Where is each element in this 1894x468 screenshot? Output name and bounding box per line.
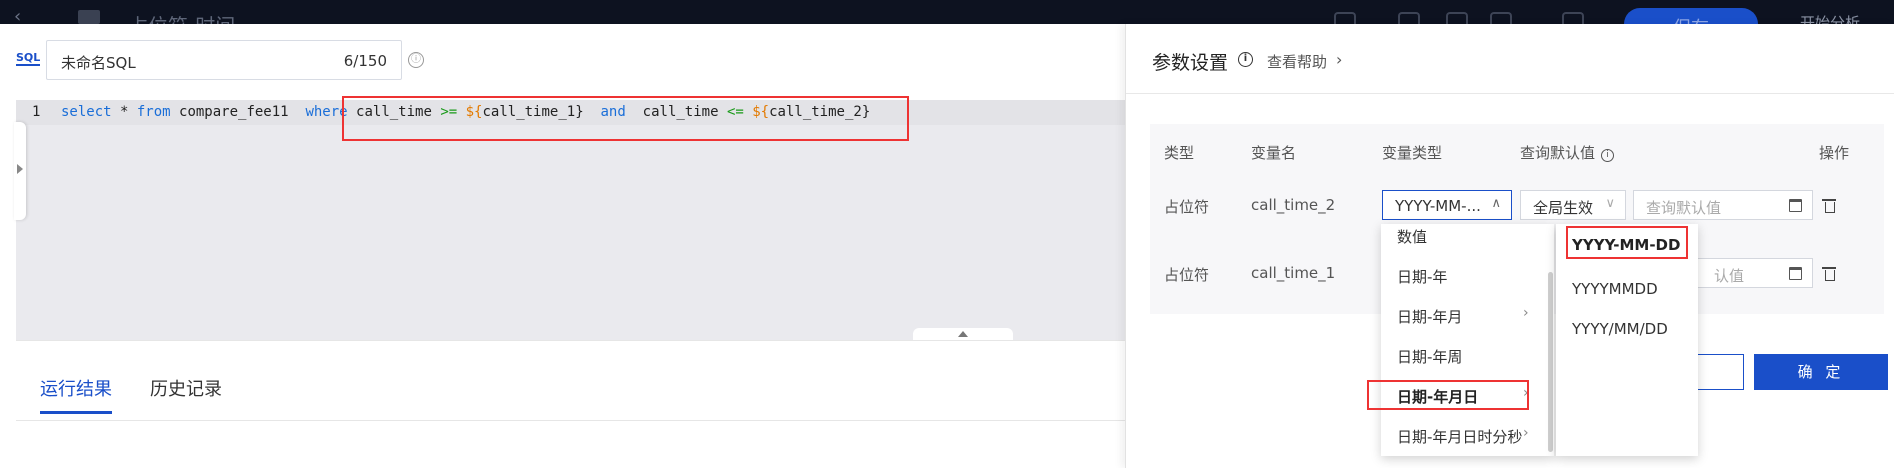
help-icon[interactable] (1490, 12, 1512, 24)
collapse-editor-handle[interactable] (913, 328, 1013, 340)
sql-editor-area: SQL 未命名SQL 6/150 ⓘ 1 select * from compa… (0, 24, 1125, 468)
confirm-button[interactable]: 确 定 (1754, 354, 1888, 390)
scope-value: 全局生效 (1533, 199, 1594, 217)
result-tabs: 运行结果 历史记录 (16, 340, 1125, 422)
header-default-value: 查询默认值 i (1520, 142, 1615, 163)
layout-icon[interactable] (1398, 12, 1420, 24)
default-value-placeholder: 认值 (1714, 267, 1745, 285)
save-button[interactable]: 保存 (1624, 8, 1758, 24)
query-name-input[interactable]: 未命名SQL 6/150 (46, 40, 402, 80)
sidebar-expand-handle[interactable] (14, 122, 26, 220)
expand-arrow-icon (17, 164, 23, 174)
header-var-name: 变量名 (1251, 144, 1297, 162)
info-icon[interactable]: i (1601, 149, 1615, 162)
calendar-icon (1789, 199, 1802, 212)
dropdown-scrollbar[interactable] (1548, 272, 1553, 452)
app-logo-icon (78, 10, 100, 24)
format-option[interactable]: YYYYMMDD (1572, 280, 1658, 298)
back-icon[interactable]: ‹ (14, 6, 21, 24)
code-keyword: select (61, 104, 112, 120)
chevron-right-icon: › (1523, 425, 1529, 441)
default-value-placeholder: 查询默认值 (1646, 199, 1722, 217)
top-bar: ‹ 占位符-时间 保存 开始分析 (0, 0, 1894, 24)
header-action: 操作 (1819, 144, 1850, 162)
header-var-type: 变量类型 (1382, 144, 1443, 162)
row-type: 占位符 (1164, 198, 1210, 216)
dropdown-option[interactable]: 日期-年月日时分秒 (1397, 426, 1522, 447)
var-type-dropdown: 数值 日期-年 日期-年月 › 日期-年周 日期-年月日 › 日期-年月日时分秒… (1381, 224, 1554, 456)
chevron-down-icon: ∨ (1605, 196, 1615, 211)
dropdown-option[interactable]: 数值 (1397, 226, 1427, 247)
dropdown-option[interactable]: 日期-年月 (1397, 306, 1462, 327)
annotation-highlight-box (1566, 226, 1688, 259)
row-type: 占位符 (1164, 266, 1210, 284)
code-text: compare_fee11 (170, 104, 306, 120)
annotation-highlight-box (342, 96, 909, 141)
page-title: 占位符-时间 (128, 10, 235, 24)
panel-header: 参数设置 i 查看帮助 › (1126, 24, 1894, 94)
dropdown-option[interactable]: 日期-年 (1397, 266, 1447, 287)
code-text: * (111, 104, 137, 120)
delete-icon[interactable] (1822, 198, 1836, 213)
calendar-icon (1789, 267, 1802, 280)
delete-icon[interactable] (1822, 266, 1836, 281)
annotation-highlight-box (1367, 380, 1529, 410)
row-var-name: call_time_1 (1251, 264, 1336, 282)
line-number: 1 (32, 104, 41, 120)
start-analysis-button[interactable]: 开始分析 (1800, 12, 1860, 24)
tabs-divider (16, 420, 1125, 421)
collapse-arrow-icon (958, 331, 968, 337)
dropdown-option[interactable]: 日期-年周 (1397, 346, 1462, 367)
var-type-value: YYYY-MM-... (1395, 197, 1481, 215)
format-option[interactable]: YYYY/MM/DD (1572, 320, 1668, 338)
code-keyword: from (136, 104, 171, 120)
header-default-label: 查询默认值 (1520, 144, 1596, 162)
chevron-up-icon: ∧ (1491, 196, 1501, 211)
share-icon[interactable] (1446, 12, 1468, 24)
chevron-right-icon[interactable]: › (1336, 50, 1342, 69)
help-link[interactable]: 查看帮助 (1267, 51, 1327, 72)
char-count: 6/150 (343, 52, 387, 70)
tab-history[interactable]: 历史记录 (150, 375, 222, 401)
header-type: 类型 (1164, 144, 1195, 162)
info-icon[interactable]: i (1238, 52, 1253, 67)
scope-select[interactable]: 全局生效 ∨ (1520, 190, 1626, 220)
lock-icon[interactable] (1334, 12, 1356, 24)
sql-icon: SQL (16, 51, 41, 66)
query-name-value: 未命名SQL (61, 54, 136, 72)
info-icon[interactable]: ⓘ (408, 52, 424, 68)
row-var-name: call_time_2 (1251, 196, 1336, 214)
chevron-right-icon: › (1523, 305, 1529, 321)
tab-run-result[interactable]: 运行结果 (40, 375, 112, 414)
var-type-select[interactable]: YYYY-MM-... ∧ (1382, 190, 1512, 220)
panel-title: 参数设置 (1152, 52, 1229, 74)
default-value-date-picker[interactable]: 查询默认值 (1633, 190, 1813, 220)
alert-icon[interactable] (1562, 12, 1584, 24)
